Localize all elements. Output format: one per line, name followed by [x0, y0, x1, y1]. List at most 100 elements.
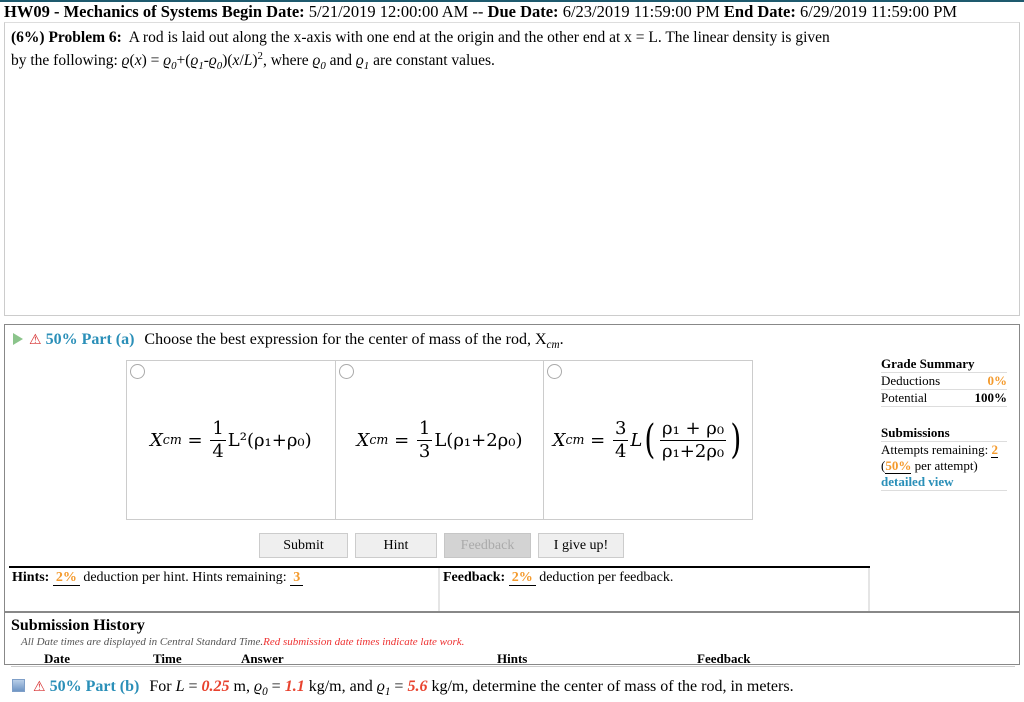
- formula-lhs: X: [149, 429, 163, 451]
- fraction-numerator: 1: [210, 417, 226, 441]
- attempts-value: 2: [991, 442, 998, 458]
- hint-button[interactable]: Hint: [355, 533, 437, 558]
- warning-icon: ⚠: [33, 680, 46, 695]
- inner-denominator: ρ₁+2ρ₀: [661, 440, 725, 462]
- feedback-deduction: 2%: [508, 570, 536, 586]
- expand-play-icon[interactable]: [13, 333, 23, 345]
- radio-button[interactable]: [547, 364, 563, 379]
- attempts-label: Attempts remaining:: [881, 442, 989, 457]
- part-b-header: ⚠ 50% Part (b) For L = 0.25 m, ϱ0 = 1.1 k…: [12, 676, 794, 699]
- rho1-value: 5.6: [407, 678, 428, 695]
- submission-history-title: Submission History: [11, 617, 145, 634]
- density-formula: ϱ(x) = ϱ0+(ϱ1-ϱ0)(x/L)2: [121, 49, 263, 73]
- radio-button[interactable]: [338, 364, 354, 379]
- inner-fraction: ρ₁ + ρ₀ ρ₁+2ρ₀: [659, 417, 727, 463]
- problem-text-suffix: , where ϱ0 and ϱ1 are constant values.: [262, 52, 495, 73]
- formula-rest: L(ρ₁+2ρ₀): [434, 429, 523, 451]
- part-b-for: For: [149, 678, 172, 695]
- rho0-value: 1.1: [284, 678, 305, 695]
- answer-choices: Xcm = 14 L²(ρ₁+ρ₀) Xcm = 13 L(ρ₁+2ρ₀) Xc…: [126, 360, 753, 520]
- history-table-header: Date Time Answer Hints Feedback: [11, 649, 1015, 667]
- formula-lhs-sub: cm: [565, 432, 585, 447]
- choice-formula: Xcm = 13 L(ρ₁+2ρ₀): [356, 417, 523, 463]
- grade-summary: Grade Summary Deductions 0% Potential 10…: [881, 356, 1007, 491]
- deductions-value: 0%: [987, 373, 1008, 388]
- timezone-note: All Date times are displayed in Central …: [11, 635, 1015, 649]
- hints-text: deduction per hint. Hints remaining:: [83, 570, 287, 585]
- hints-label: Hints:: [12, 570, 50, 585]
- hints-remaining: 3: [290, 570, 304, 586]
- part-b-label: 50% Part (b): [49, 678, 140, 695]
- inner-numerator: ρ₁ + ρ₀: [659, 417, 727, 441]
- late-work-note: Red submission date times indicate late …: [263, 636, 465, 648]
- formula-rest: L: [630, 429, 643, 451]
- fraction-numerator: 3: [612, 417, 629, 441]
- L-unit: m,: [233, 678, 250, 695]
- radio-button[interactable]: [130, 364, 145, 379]
- choice-formula: Xcm = 34 L ( ρ₁ + ρ₀ ρ₁+2ρ₀ ): [552, 417, 742, 463]
- part-a-prompt: Choose the best expression for the cente…: [144, 331, 547, 348]
- fraction-denominator: 4: [212, 440, 224, 462]
- attempts-remaining: Attempts remaining: 2: [881, 442, 1007, 458]
- L-value: 0.25: [201, 678, 230, 695]
- feedback-button: Feedback: [444, 533, 531, 558]
- end-date-value: 6/29/2019 11:59:00 PM: [799, 2, 958, 21]
- hint-deduction: 2%: [52, 570, 80, 586]
- choice-option-2[interactable]: Xcm = 13 L(ρ₁+2ρ₀): [336, 361, 545, 519]
- potential-row: Potential 100%: [881, 390, 1007, 407]
- formula-fraction: 34: [612, 417, 629, 463]
- due-date-label: Due Date:: [487, 2, 559, 21]
- part-a-label: 50% Part (a): [45, 331, 135, 348]
- end-date-label: End Date:: [723, 2, 796, 21]
- column-date: Date: [44, 651, 70, 666]
- formula-lhs-sub: cm: [369, 432, 389, 447]
- feedback-label: Feedback:: [443, 570, 506, 585]
- problem-text-line1: A rod is laid out along the x-axis with …: [128, 29, 830, 46]
- submission-history: Submission History All Date times are di…: [11, 617, 1015, 667]
- begin-date-label: Begin Date:: [221, 2, 305, 21]
- timezone-note-text: All Date times are displayed in Central …: [21, 636, 264, 648]
- column-feedback: Feedback: [697, 651, 751, 666]
- problem-label: Problem 6:: [48, 29, 122, 46]
- problem-weight: (6%): [11, 29, 45, 46]
- potential-value: 100%: [974, 390, 1008, 405]
- choice-option-1[interactable]: Xcm = 14 L²(ρ₁+ρ₀): [127, 361, 336, 519]
- hints-info: Hints: 2% deduction per hint. Hints rema…: [9, 568, 440, 611]
- column-answer: Answer: [241, 651, 284, 666]
- fraction-denominator: 4: [614, 440, 627, 462]
- part-a-prompt-sub: cm: [546, 339, 560, 352]
- warning-icon: ⚠: [29, 333, 42, 348]
- formula-lhs-sub: cm: [162, 432, 182, 447]
- choice-formula: Xcm = 14 L²(ρ₁+ρ₀): [149, 417, 312, 462]
- divider: [5, 611, 1019, 613]
- column-hints: Hints: [497, 651, 528, 666]
- right-paren: ): [730, 417, 742, 463]
- formula-lhs: X: [552, 429, 566, 451]
- rho1-unit: kg/m, determine the center of mass of th…: [431, 678, 794, 695]
- per-attempt: (50% per attempt): [881, 458, 1007, 474]
- hints-feedback-row: Hints: 2% deduction per hint. Hints rema…: [9, 566, 870, 611]
- part-a-header: ⚠ 50% Part (a) Choose the best expression…: [13, 329, 564, 352]
- left-paren: (: [644, 417, 656, 463]
- per-attempt-value: 50%: [885, 458, 912, 474]
- formula-fraction: 13: [416, 418, 433, 463]
- date-separator: --: [472, 2, 484, 21]
- per-attempt-text: per attempt): [914, 458, 978, 473]
- potential-label: Potential: [881, 390, 928, 405]
- assignment-title: HW09 - Mechanics of Systems: [4, 2, 218, 21]
- column-time: Time: [153, 651, 182, 666]
- due-date-value: 6/23/2019 11:59:00 PM: [562, 2, 720, 21]
- detailed-view-link[interactable]: detailed view: [881, 474, 1007, 491]
- choice-option-3[interactable]: Xcm = 34 L ( ρ₁ + ρ₀ ρ₁+2ρ₀ ): [544, 361, 752, 519]
- grade-summary-title: Grade Summary: [881, 356, 1007, 373]
- collapse-icon[interactable]: [12, 679, 25, 692]
- give-up-button[interactable]: I give up!: [538, 533, 624, 558]
- rho0-unit: kg/m, and: [308, 678, 373, 695]
- begin-date-value: 5/21/2019 12:00:00 AM: [308, 2, 469, 21]
- formula-rest: L²(ρ₁+ρ₀): [227, 429, 312, 451]
- part-a-panel: ⚠ 50% Part (a) Choose the best expression…: [4, 324, 1020, 667]
- formula-lhs: X: [356, 429, 370, 451]
- feedback-info: Feedback: 2% deduction per feedback.: [440, 568, 870, 611]
- deductions-label: Deductions: [881, 373, 941, 388]
- submit-button[interactable]: Submit: [259, 533, 348, 558]
